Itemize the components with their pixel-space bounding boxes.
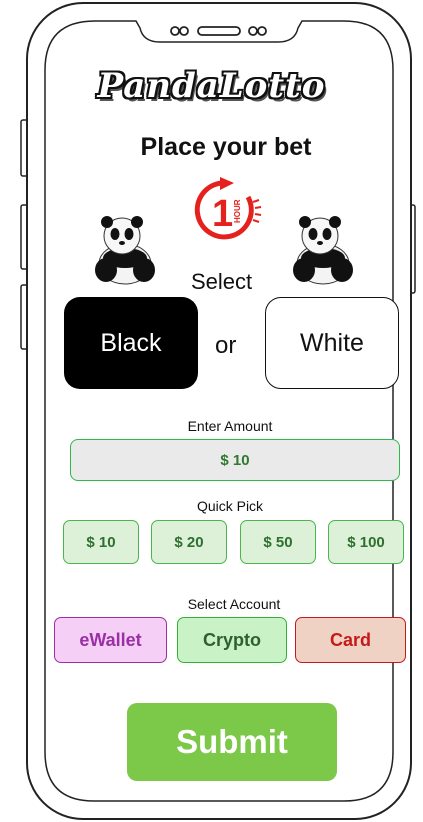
ewallet-account-button[interactable]: eWallet <box>54 617 167 663</box>
panda-image-right <box>293 216 353 285</box>
select-account-label: Select Account <box>187 596 281 612</box>
app-logo: PandaLotto <box>97 66 326 106</box>
select-label: Select <box>191 269 253 294</box>
crypto-account-button[interactable]: Crypto <box>177 617 287 663</box>
quick-pick-50-button[interactable]: $ 50 <box>240 520 316 564</box>
one-hour-timer-icon: 1 HOUR <box>194 177 262 240</box>
amount-input[interactable]: $ 10 <box>70 439 400 481</box>
card-account-button[interactable]: Card <box>295 617 406 663</box>
enter-amount-label: Enter Amount <box>187 418 273 434</box>
quick-pick-label: Quick Pick <box>196 498 264 514</box>
panda-image-left <box>95 216 155 285</box>
phone-frame <box>20 2 416 820</box>
timer-number: 1 <box>212 193 233 235</box>
white-option-button[interactable]: White <box>265 297 399 389</box>
submit-button[interactable]: Submit <box>127 703 337 781</box>
or-label: or <box>215 332 237 359</box>
quick-pick-100-button[interactable]: $ 100 <box>328 520 404 564</box>
quick-pick-20-button[interactable]: $ 20 <box>151 520 227 564</box>
quick-pick-10-button[interactable]: $ 10 <box>63 520 139 564</box>
black-option-button[interactable]: Black <box>64 297 198 389</box>
page-title: Place your bet <box>140 133 312 161</box>
timer-unit-label: HOUR <box>233 199 242 223</box>
